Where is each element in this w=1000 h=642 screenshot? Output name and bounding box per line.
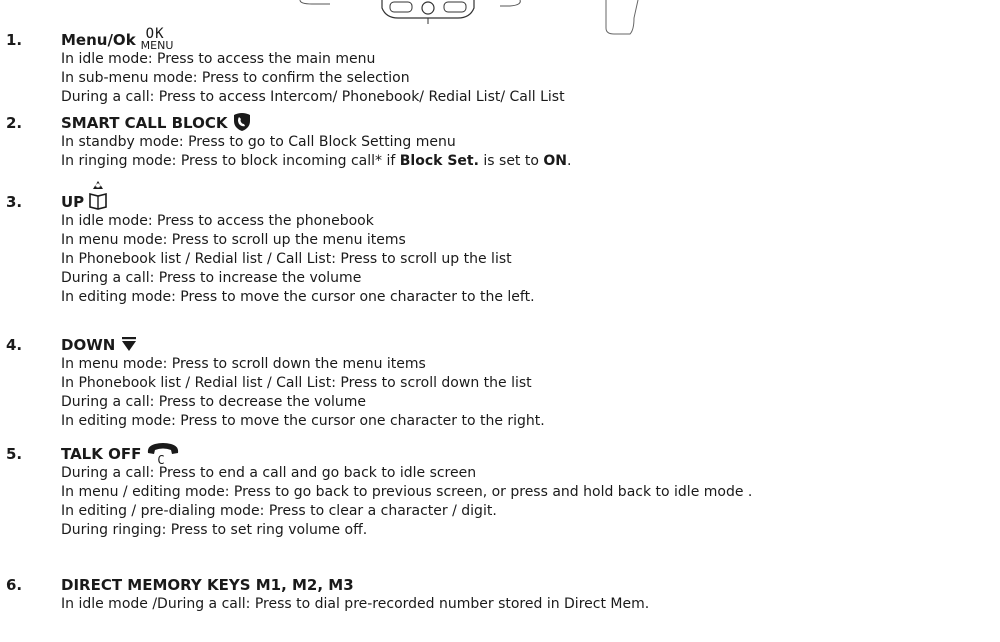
description-line: During a call: Press to decrease the vol… (61, 394, 367, 410)
item-number: 6. (6, 576, 23, 594)
description-line: In editing / pre-dialing mode: Press to … (61, 503, 497, 519)
ok-menu-icon: OK MENU (140, 26, 174, 52)
item-title-text: UP (61, 193, 85, 211)
item-number: 4. (6, 336, 23, 354)
item-title: TALK OFF C (61, 442, 179, 466)
description-line: In menu mode: Press to scroll up the men… (61, 232, 406, 248)
block-set-label: Block Set. (399, 153, 479, 169)
shield-phone-icon (234, 112, 251, 131)
item-title: DOWN (61, 335, 137, 355)
item-title-text: TALK OFF (61, 445, 142, 463)
item-description: In idle mode /During a call: Press to di… (61, 595, 649, 614)
description-line: In menu / editing mode: Press to go back… (61, 484, 753, 500)
on-label: ON (543, 153, 567, 169)
item-number: 1. (6, 31, 23, 49)
description-line: In editing mode: Press to move the curso… (61, 289, 535, 305)
item-title-text: Menu/Ok (61, 31, 136, 49)
item-number: 2. (6, 114, 23, 132)
description-line: During a call: Press to end a call and g… (61, 465, 477, 481)
description-line: In editing mode: Press to move the curso… (61, 413, 545, 429)
hang-up-c-icon: C (147, 442, 179, 466)
description-line: During a call: Press to access Intercom/… (61, 89, 565, 105)
item-title: UP (61, 180, 108, 212)
description-line: In Phonebook list / Redial list / Call L… (61, 375, 532, 391)
line-text: . (567, 153, 572, 169)
phonebook-up-icon (89, 180, 107, 210)
description-line: During ringing: Press to set ring volume… (61, 522, 368, 538)
down-triangle-icon (122, 336, 137, 351)
description-line: In standby mode: Press to go to Call Blo… (61, 134, 456, 150)
item-number: 5. (6, 445, 23, 463)
description-line: In idle mode: Press to access the phoneb… (61, 213, 374, 229)
item-number: 3. (6, 193, 23, 211)
item-description: In idle mode: Press to access the phoneb… (61, 212, 535, 307)
line-text: is set to (478, 153, 544, 169)
line-text: In ringing mode: Press to block incoming… (61, 153, 400, 169)
description-line: In ringing mode: Press to block incoming… (61, 152, 571, 171)
description-line: In idle mode /During a call: Press to di… (61, 596, 650, 612)
item-title-text: SMART CALL BLOCK (61, 114, 228, 132)
description-line: In sub-menu mode: Press to confirm the s… (61, 70, 410, 86)
description-line: In idle mode: Press to access the main m… (61, 51, 376, 67)
description-line: In Phonebook list / Redial list / Call L… (61, 251, 512, 267)
description-line: During a call: Press to increase the vol… (61, 270, 362, 286)
item-description: During a call: Press to end a call and g… (61, 464, 752, 540)
item-title: Menu/Ok OK MENU (61, 26, 174, 52)
item-title-text: DOWN (61, 336, 116, 354)
item-description: In idle mode: Press to access the main m… (61, 50, 565, 107)
item-title: SMART CALL BLOCK (61, 112, 251, 133)
item-title: DIRECT MEMORY KEYS M1, M2, M3 (61, 576, 354, 594)
description-line: In menu mode: Press to scroll down the m… (61, 356, 426, 372)
item-description: In standby mode: Press to go to Call Blo… (61, 133, 571, 171)
item-description: In menu mode: Press to scroll down the m… (61, 355, 545, 431)
